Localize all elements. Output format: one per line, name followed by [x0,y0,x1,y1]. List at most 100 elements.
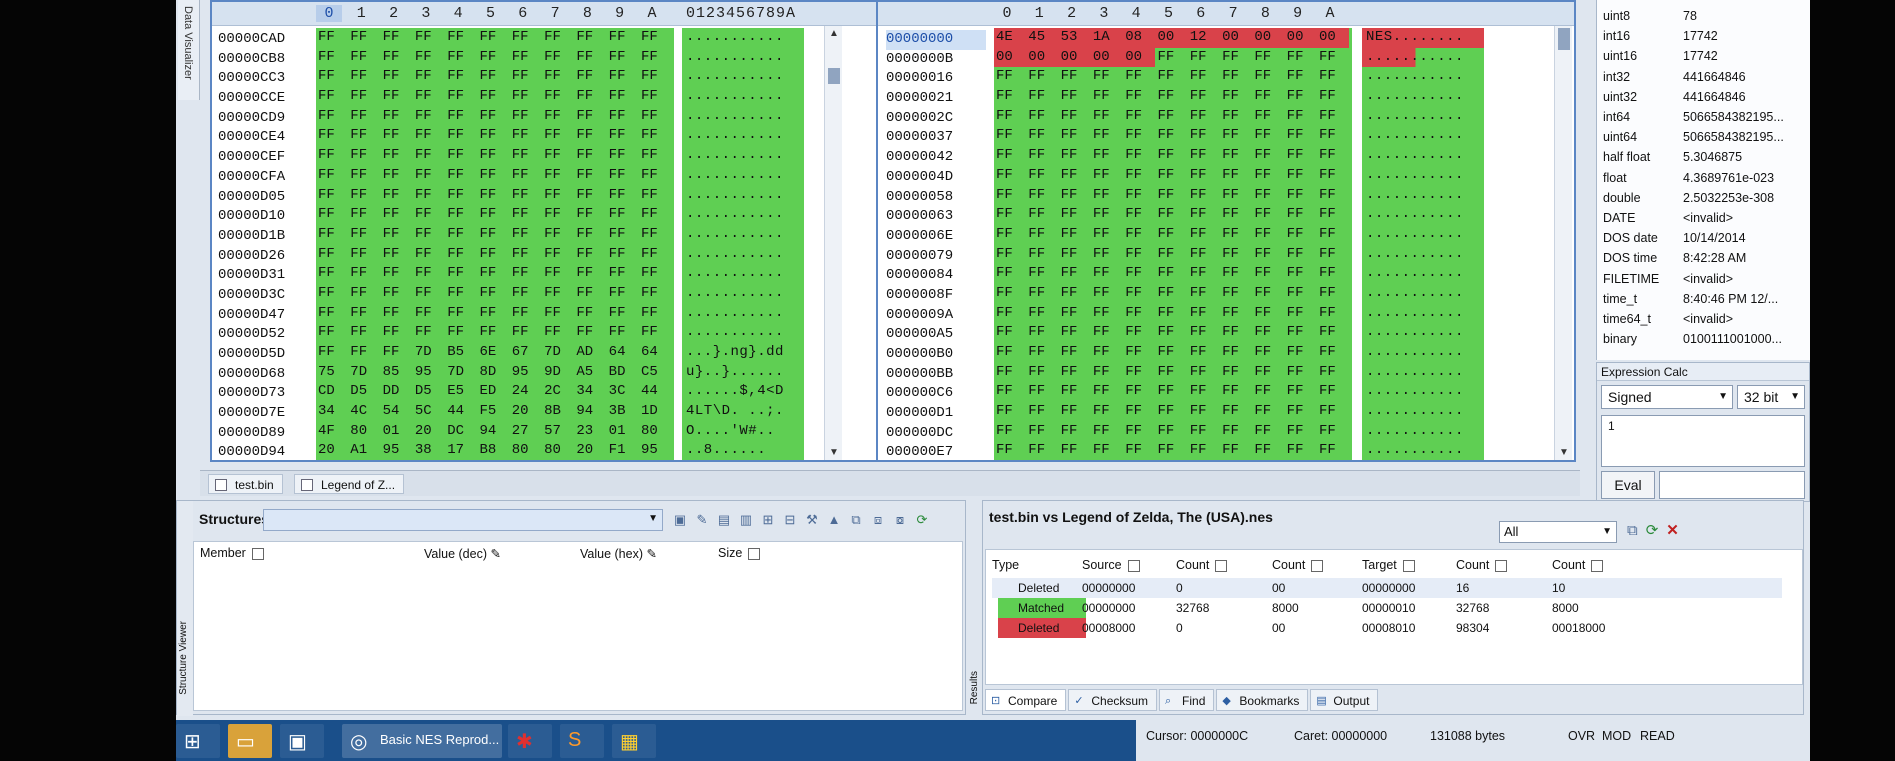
inspector-row[interactable]: int32 441664846 [1603,67,1793,87]
hex-byte[interactable]: FF [1155,323,1187,343]
hex-byte[interactable]: FF [1317,186,1349,206]
hex-byte[interactable]: FF [1123,382,1155,402]
inspector-row[interactable]: uint8 78 [1603,6,1793,26]
hex-byte[interactable]: FF [510,166,542,186]
hex-byte[interactable]: FF [445,126,477,146]
hex-byte[interactable]: FF [1220,245,1252,265]
hex-byte[interactable]: FF [477,107,509,127]
hex-byte[interactable]: FF [1155,48,1187,68]
hex-byte[interactable]: FF [1252,87,1284,107]
hex-byte[interactable]: FF [542,126,574,146]
ascii-row[interactable]: ........... [1362,402,1484,422]
hex-byte[interactable]: FF [1252,225,1284,245]
hex-byte[interactable]: FF [1252,186,1284,206]
ascii-row[interactable]: ........... [682,205,804,225]
hex-byte[interactable]: FF [1123,225,1155,245]
ascii-row[interactable]: ......$,4<D [682,382,804,402]
hex-byte[interactable]: FF [574,28,606,48]
hex-byte[interactable]: 53 [1058,28,1091,48]
hex-row[interactable]: FF FF FF FF FF FF FF FF FF FF FF [316,28,674,48]
hex-byte[interactable]: FF [381,264,413,284]
hex-byte[interactable]: FF [1188,343,1220,363]
hex-byte[interactable]: FF [413,107,445,127]
ascii-row[interactable]: ........... [1362,323,1484,343]
hex-byte[interactable]: FF [381,67,413,87]
hex-byte[interactable]: FF [1091,205,1123,225]
hex-byte[interactable]: 00 [994,47,1027,68]
hex-byte[interactable]: FF [510,225,542,245]
app-button[interactable]: ✱ [508,724,552,758]
hex-byte[interactable]: C5 [639,363,671,383]
hex-row[interactable]: FF FF FF FF FF FF FF FF FF FF FF [316,48,674,68]
hex-byte[interactable]: FF [607,323,639,343]
hex-byte[interactable]: FF [1220,166,1252,186]
hex-byte[interactable]: FF [994,205,1026,225]
hex-byte[interactable]: FF [639,245,671,265]
hex-byte[interactable]: FF [381,126,413,146]
hex-byte[interactable]: FF [1285,304,1317,324]
hex-byte[interactable]: FF [1123,284,1155,304]
hex-byte[interactable]: FF [1155,382,1187,402]
hex-byte[interactable]: FF [1220,67,1252,87]
hex-byte[interactable]: FF [1285,402,1317,422]
hex-byte[interactable]: FF [639,146,671,166]
hex-byte[interactable]: 44 [639,382,671,402]
hex-byte[interactable]: FF [1317,304,1349,324]
hex-byte[interactable]: 24 [510,382,542,402]
hex-byte[interactable]: FF [994,284,1026,304]
hex-byte[interactable]: FF [994,363,1026,383]
hex-byte[interactable]: FF [1155,166,1187,186]
hex-byte[interactable]: FF [639,205,671,225]
hex-byte[interactable]: FF [348,264,380,284]
hex-byte[interactable]: FF [1220,48,1252,68]
compare-filter-select[interactable]: All ▼ [1499,521,1617,543]
refresh-icon[interactable]: ⟳ [1646,521,1659,539]
tab-compare[interactable]: ⊡ Compare [985,689,1067,711]
hex-byte[interactable]: FF [1123,304,1155,324]
inspector-row[interactable]: uint32 441664846 [1603,87,1793,107]
hex-byte[interactable]: FF [574,146,606,166]
hex-byte[interactable]: 3C [607,382,639,402]
hex-byte[interactable]: FF [445,284,477,304]
hex-byte[interactable]: FF [1252,205,1284,225]
hex-byte[interactable]: FF [381,245,413,265]
hex-byte[interactable]: FF [1285,146,1317,166]
hex-byte[interactable]: FF [607,87,639,107]
hex-byte[interactable]: 95 [381,441,413,460]
hex-byte[interactable]: FF [1123,166,1155,186]
hex-byte[interactable]: FF [639,186,671,206]
inspector-row[interactable]: float 4.3689761e-023 [1603,168,1793,188]
hex-byte[interactable]: FF [381,284,413,304]
hex-byte[interactable]: FF [477,146,509,166]
hex-byte[interactable]: FF [1252,284,1284,304]
hex-byte[interactable]: FF [316,284,348,304]
hex-byte[interactable]: FF [1188,304,1220,324]
hex-byte[interactable]: FF [994,245,1026,265]
hex-byte[interactable]: FF [1123,186,1155,206]
hex-byte[interactable]: FF [639,264,671,284]
hex-byte[interactable]: FF [994,402,1026,422]
hex-byte[interactable]: FF [477,67,509,87]
hex-byte[interactable]: FF [1059,166,1091,186]
hex-byte[interactable]: FF [316,343,348,363]
hex-byte[interactable]: FF [1091,225,1123,245]
hex-byte[interactable]: 00 [1316,28,1350,48]
hex-byte[interactable]: FF [1155,304,1187,324]
hex-byte[interactable]: 12 [1187,28,1221,48]
hex-byte[interactable]: FF [1252,343,1284,363]
hex-byte[interactable]: FF [574,205,606,225]
hex-byte[interactable]: FF [1059,402,1091,422]
hex-byte[interactable]: FF [1155,284,1187,304]
hex-byte[interactable]: FF [381,186,413,206]
hex-byte[interactable]: FF [542,28,574,48]
hex-byte[interactable]: FF [1155,225,1187,245]
hex-byte[interactable]: FF [1220,126,1252,146]
hex-byte[interactable]: 5C [413,402,445,422]
hex-row[interactable]: FF FF FF FF FF FF FF FF FF FF FF [994,225,1352,245]
ascii-row[interactable]: 4LT\D. ..;. [682,402,804,422]
signed-select[interactable]: Signed ▼ [1601,385,1733,409]
hex-byte[interactable]: FF [1188,245,1220,265]
hex-byte[interactable]: ED [477,382,509,402]
hex-byte[interactable]: FF [1026,166,1058,186]
hex-byte[interactable]: FF [1220,304,1252,324]
